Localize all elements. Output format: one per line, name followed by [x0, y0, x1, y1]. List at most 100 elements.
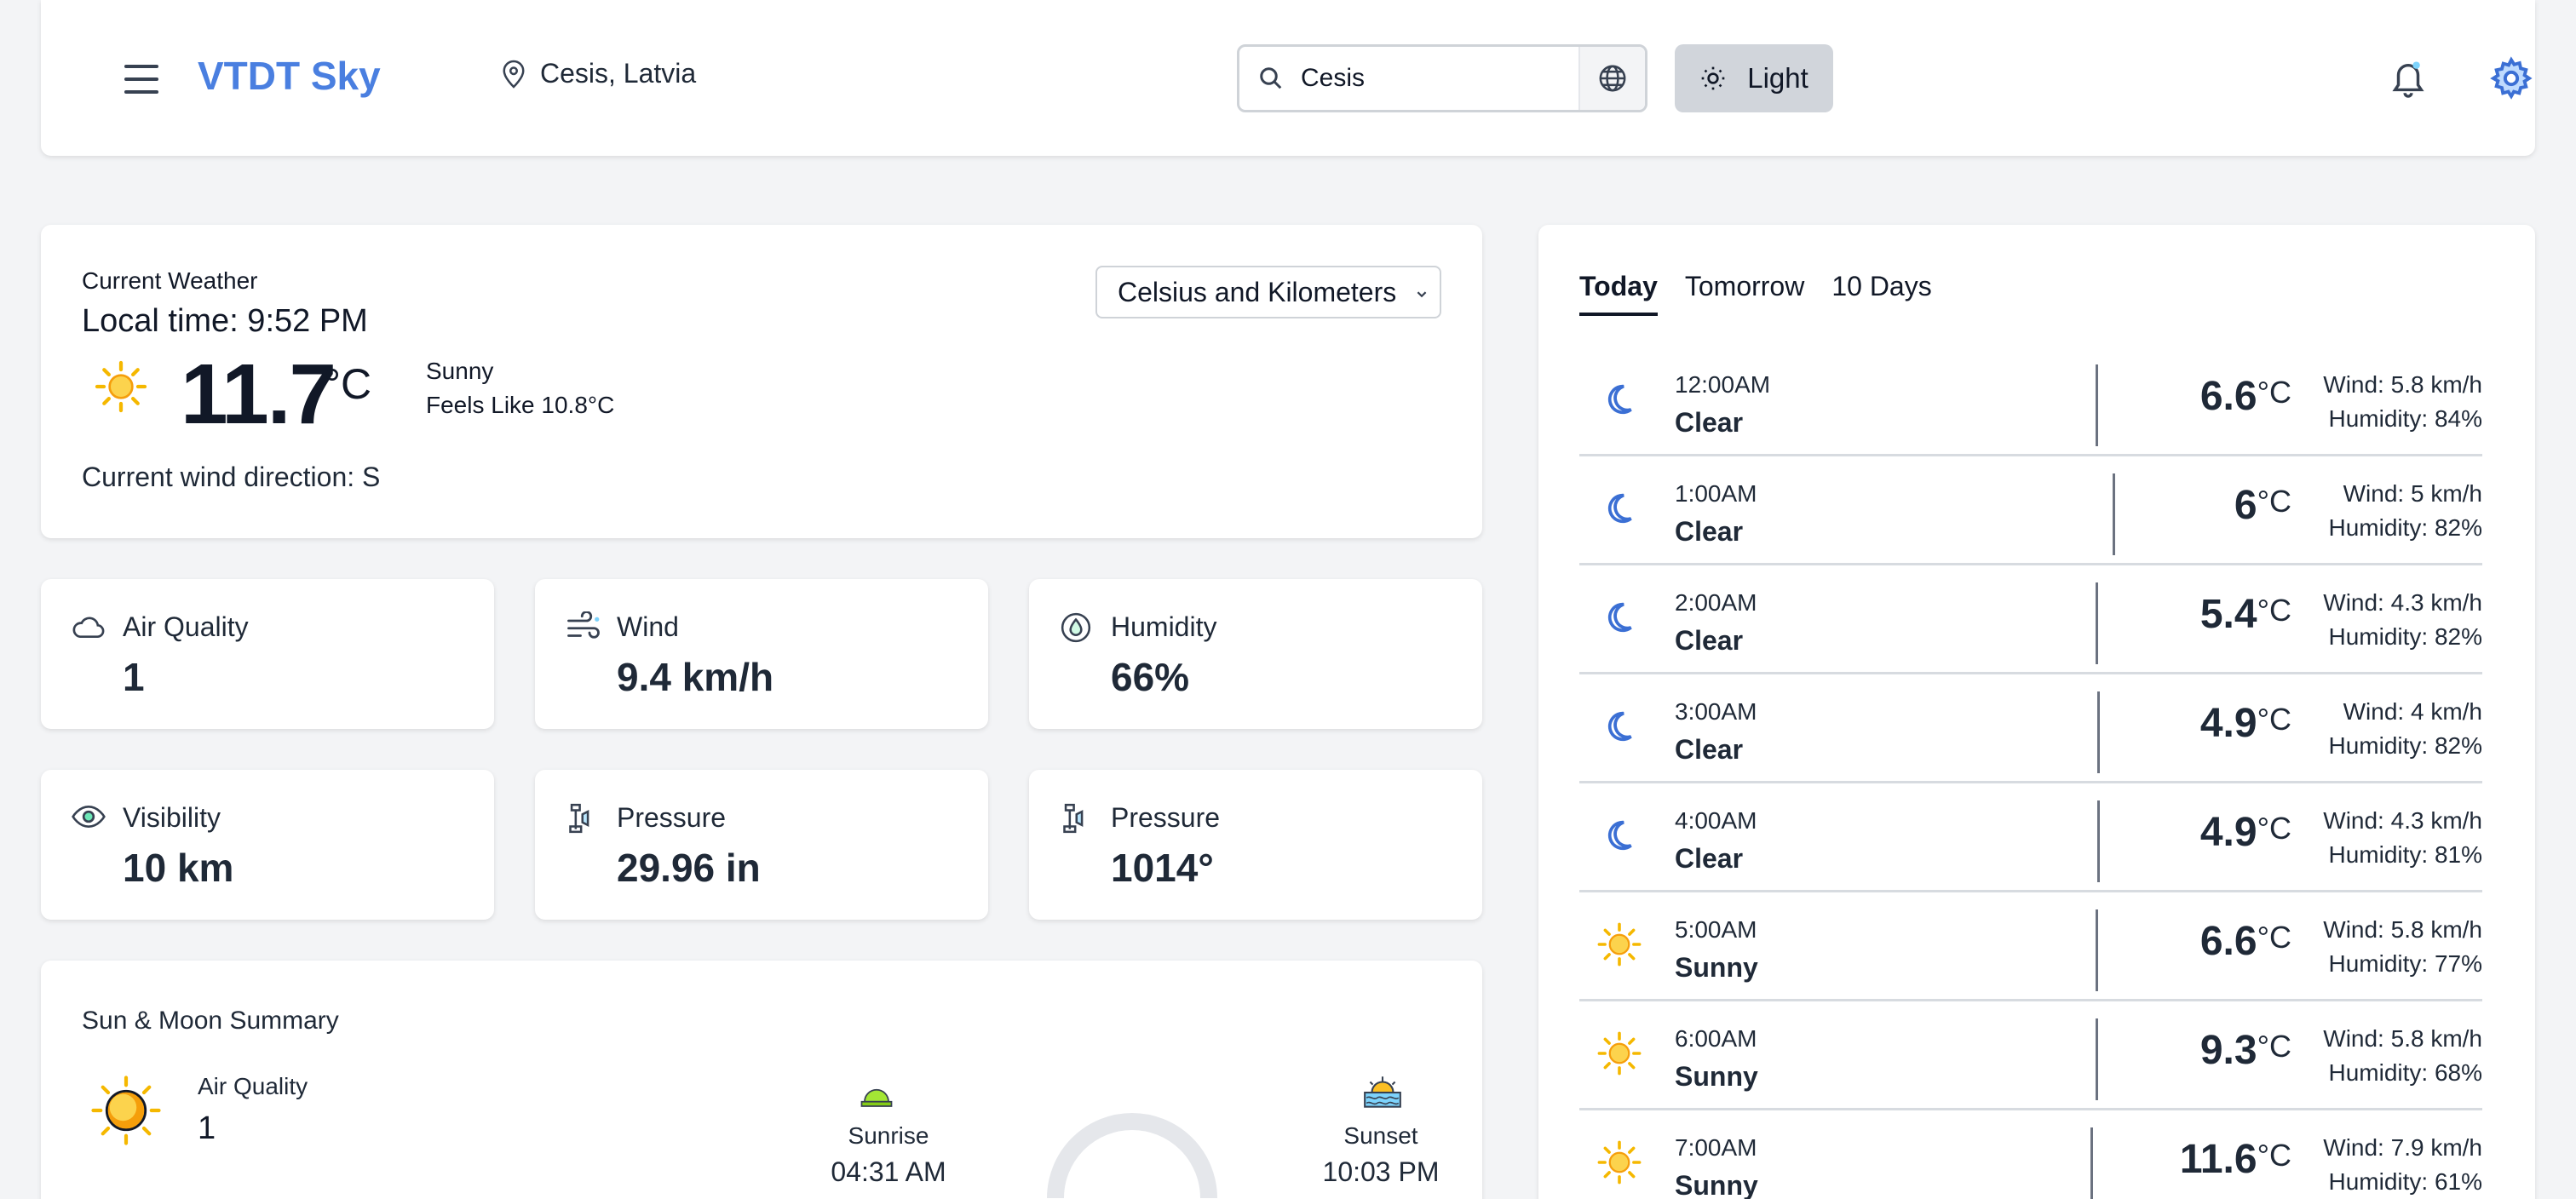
forecast-tabs: Today Tomorrow 10 Days	[1579, 271, 1959, 316]
hour-time: 2:00AM	[1675, 589, 1757, 616]
hour-temperature: 5.4°C	[2200, 591, 2291, 638]
divider	[2097, 800, 2100, 882]
tab-10-days[interactable]: 10 Days	[1831, 271, 1931, 316]
stat-value: 1	[123, 655, 145, 699]
tab-tomorrow[interactable]: Tomorrow	[1685, 271, 1804, 316]
hour-humidity: Humidity: 82%	[2328, 514, 2482, 541]
bell-icon[interactable]	[2389, 56, 2428, 100]
current-location: Cesis, Latvia	[501, 58, 696, 89]
wind-direction: Current wind direction: S	[82, 462, 381, 492]
divider	[2113, 473, 2115, 555]
sunny-icon	[95, 360, 147, 413]
current-weather-card: Current Weather Local time: 9:52 PM 11.7…	[41, 225, 1482, 538]
air-quality-card: Air Quality 1	[41, 579, 494, 729]
sunset-label: Sunset	[1343, 1122, 1418, 1149]
hour-condition: Clear	[1675, 625, 1744, 656]
hour-humidity: Humidity: 68%	[2328, 1059, 2482, 1086]
hour-time: 3:00AM	[1675, 698, 1757, 725]
hour-wind: Wind: 4.3 km/h	[2323, 807, 2482, 834]
divider	[2090, 1127, 2093, 1199]
stat-label: Pressure	[617, 802, 727, 833]
hour-temp-value: 11.6	[2179, 1137, 2257, 1182]
map-pin-icon	[503, 60, 525, 89]
sun-outline-icon	[1701, 66, 1725, 90]
hour-condition: Clear	[1675, 843, 1744, 874]
gear-icon[interactable]	[2489, 56, 2533, 100]
globe-icon	[1599, 65, 1626, 92]
hour-temp-value: 6	[2234, 483, 2257, 528]
current-temperature: 11.7	[181, 347, 336, 442]
forecast-card: Today Tomorrow 10 Days 12:00AM Clear 6.6°C…	[1538, 225, 2535, 1199]
sun-moon-aq-label: Air Quality	[198, 1073, 308, 1099]
cloud-icon	[72, 617, 105, 638]
hour-humidity: Humidity: 77%	[2328, 950, 2482, 977]
stat-label: Pressure	[1111, 802, 1221, 833]
wind-card: Wind 9.4 km/h	[535, 579, 988, 729]
barometer-icon	[569, 803, 589, 834]
hour-temp-unit: °C	[2257, 1138, 2291, 1173]
sunset-time: 10:03 PM	[1322, 1156, 1440, 1187]
search-box	[1237, 44, 1647, 112]
hourly-forecast-row: 12:00AM Clear 6.6°C Wind: 5.8 km/h Humidity:…	[1579, 347, 2482, 456]
hour-humidity: Humidity: 61%	[2328, 1168, 2482, 1195]
sun-moon-card: Sun & Moon Summary Air Quality 1 Sunrise…	[41, 961, 1482, 1199]
hourly-forecast-row: 6:00AM Sunny 9.3°C Wind: 5.8 km/h Humidity: …	[1579, 1001, 2482, 1110]
hour-condition: Clear	[1675, 734, 1744, 765]
hour-humidity: Humidity: 82%	[2328, 623, 2482, 650]
hour-wind: Wind: 4.3 km/h	[2323, 589, 2482, 616]
moon-icon	[1596, 703, 1642, 749]
divider	[2096, 909, 2098, 991]
sunrise-time: 04:31 AM	[831, 1156, 946, 1187]
hour-wind: Wind: 7.9 km/h	[2323, 1134, 2482, 1161]
sun-icon	[1596, 1030, 1642, 1076]
stat-value: 1014°	[1111, 846, 1214, 890]
hour-humidity: Humidity: 84%	[2328, 405, 2482, 432]
pressure-in-card: Pressure 29.96 in	[535, 770, 988, 920]
feels-like: Feels Like 10.8°C	[426, 392, 615, 418]
theme-toggle-button[interactable]: Light	[1675, 44, 1833, 112]
stat-value: 66%	[1111, 655, 1190, 699]
unit-select[interactable]: Celsius and Kilometers	[1095, 266, 1441, 318]
current-condition: Sunny	[426, 358, 494, 384]
search-input[interactable]	[1301, 64, 1556, 93]
hourly-forecast-row: 2:00AM Clear 5.4°C Wind: 4.3 km/h Humidity: …	[1579, 565, 2482, 674]
theme-label: Light	[1747, 62, 1808, 94]
hour-time: 12:00AM	[1675, 371, 1771, 398]
hour-temperature: 4.9°C	[2200, 809, 2291, 856]
location-label: Cesis, Latvia	[540, 58, 697, 89]
hour-temp-value: 5.4	[2199, 592, 2257, 637]
hour-temp-unit: °C	[2257, 811, 2291, 846]
globe-button[interactable]	[1578, 47, 1645, 110]
divider	[2096, 582, 2098, 664]
brand-logo[interactable]: VTDT Sky	[198, 53, 381, 99]
sunrise-label: Sunrise	[848, 1122, 929, 1149]
top-bar: VTDT Sky Cesis, Latvia Light	[41, 0, 2535, 156]
hourly-forecast-row: 1:00AM Clear 6°C Wind: 5 km/h Humidity: 82%	[1579, 456, 2482, 565]
sun-moon-title: Sun & Moon Summary	[82, 1007, 339, 1035]
pressure-mb-card: Pressure 1014°	[1029, 770, 1482, 920]
hour-temp-unit: °C	[2257, 375, 2291, 410]
hamburger-menu-icon[interactable]	[124, 65, 158, 94]
hour-humidity: Humidity: 81%	[2328, 841, 2482, 868]
moon-icon	[1596, 376, 1642, 422]
moon-icon	[1596, 812, 1642, 858]
sun-moon-icon	[91, 1076, 161, 1145]
humidity-card: Humidity 66%	[1029, 579, 1482, 729]
hour-condition: Sunny	[1675, 1170, 1758, 1199]
moon-icon	[1596, 594, 1642, 640]
hour-temperature: 11.6°C	[2180, 1136, 2291, 1183]
hour-temp-value: 9.3	[2199, 1028, 2257, 1073]
temperature-unit: °C	[324, 360, 372, 408]
hourly-forecast-row: 4:00AM Clear 4.9°C Wind: 4.3 km/h Humidity: …	[1579, 783, 2482, 892]
hour-condition: Clear	[1675, 516, 1744, 547]
hourly-forecast-list: 12:00AM Clear 6.6°C Wind: 5.8 km/h Humidity:…	[1579, 347, 2482, 1199]
hour-temp-unit: °C	[2257, 1029, 2291, 1064]
hour-wind: Wind: 5 km/h	[2343, 480, 2482, 507]
hour-time: 7:00AM	[1675, 1134, 1757, 1161]
tab-today[interactable]: Today	[1579, 271, 1658, 316]
hour-temp-unit: °C	[2257, 593, 2291, 628]
hour-condition: Sunny	[1675, 1061, 1758, 1092]
current-weather-label: Current Weather	[82, 267, 258, 294]
stat-value: 29.96 in	[617, 846, 761, 890]
stat-value: 10 km	[123, 846, 234, 890]
